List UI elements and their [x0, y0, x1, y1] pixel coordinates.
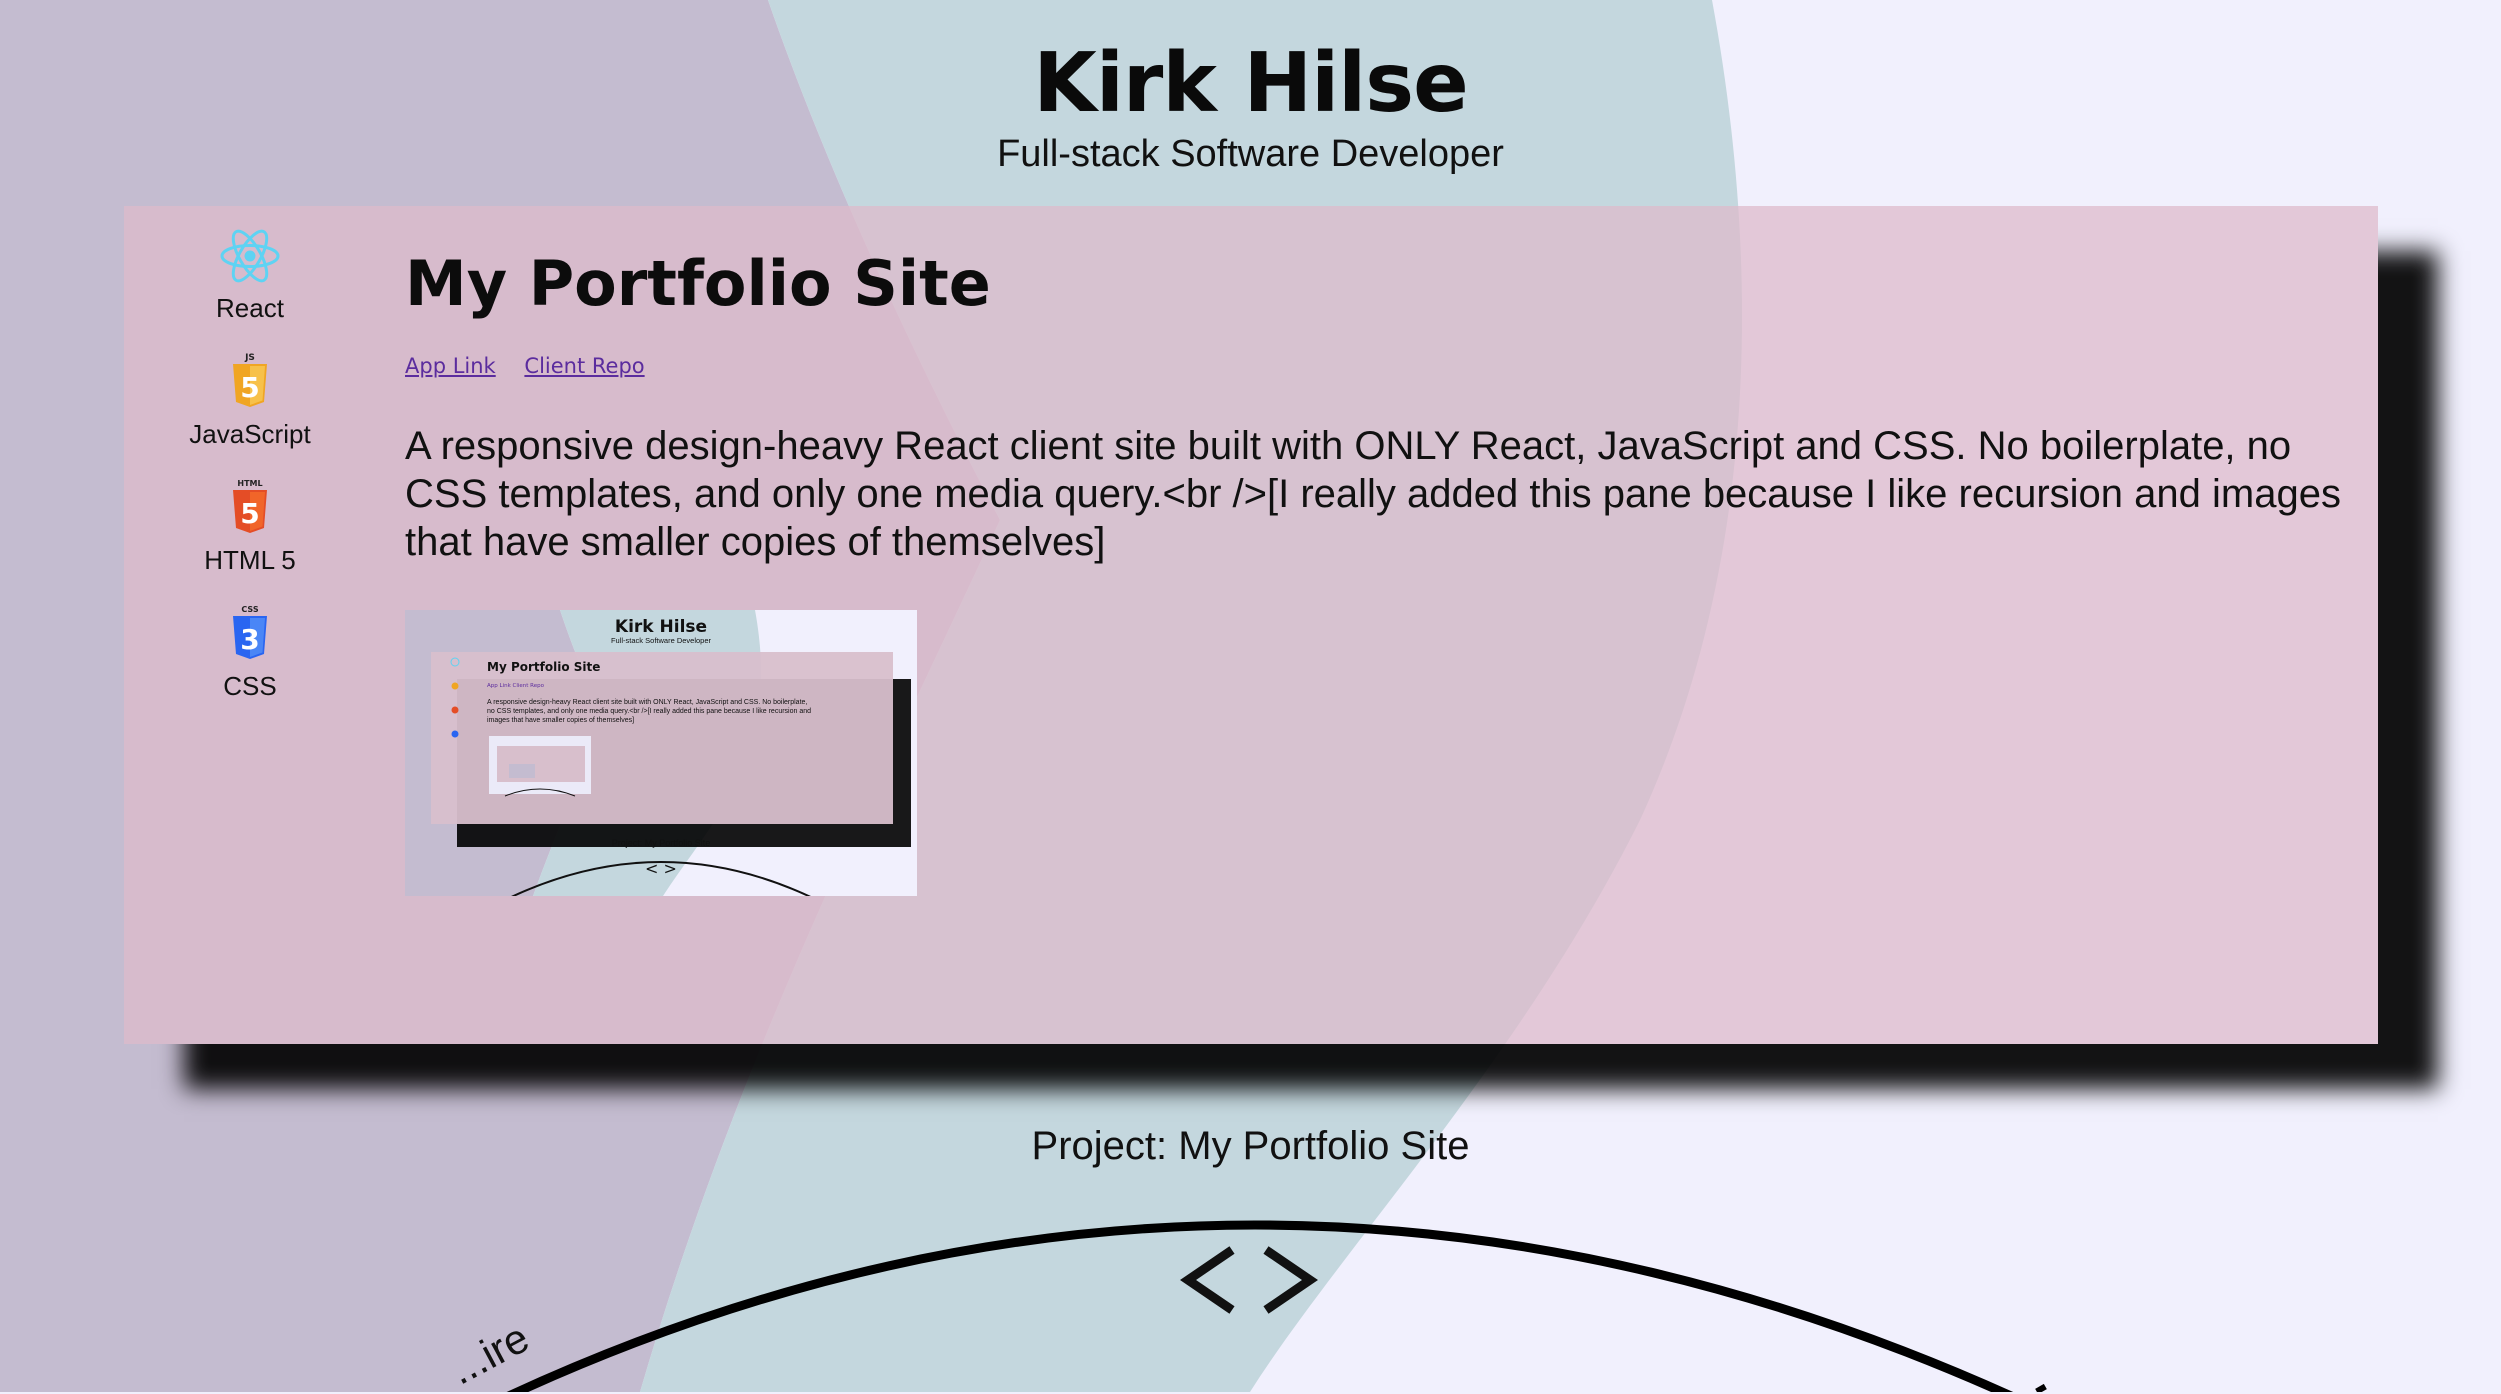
tech-label-react: React — [216, 293, 284, 323]
tech-label-html5: HTML 5 — [204, 545, 296, 575]
svg-text:JS: JS — [244, 353, 255, 363]
tech-item-react: React — [216, 224, 284, 350]
svg-text:5: 5 — [240, 371, 259, 404]
thumb-links: App Link Client Repo — [487, 683, 545, 689]
tech-stack-list: React JS 5 JavaScript HTML 5 HTML 5 CSS — [124, 224, 376, 728]
project-links: App Link Client Repo — [405, 354, 2348, 378]
tech-item-javascript: JS 5 JavaScript — [189, 350, 310, 476]
carousel-caption: Project: My Portfolio Site — [1031, 1124, 1470, 1168]
site-header: Kirk Hilse Full-stack Software Developer — [0, 0, 2501, 176]
tech-label-javascript: JavaScript — [189, 419, 311, 449]
tech-item-css: CSS 3 CSS — [218, 602, 282, 728]
svg-text:3: 3 — [240, 623, 259, 656]
react-icon — [220, 229, 280, 283]
project-pane: React JS 5 JavaScript HTML 5 HTML 5 CSS — [124, 206, 2378, 1044]
html5-icon: HTML 5 — [233, 479, 267, 533]
thumb-caption: Project: My Portfolio Site — [612, 838, 711, 848]
css3-icon: CSS 3 — [233, 605, 267, 659]
svg-text:CSS: CSS — [241, 605, 258, 614]
app-link[interactable]: App Link — [405, 354, 496, 378]
thumb-code-glyph: < > — [645, 859, 677, 878]
thumb-description-line: images that have smaller copies of thems… — [487, 717, 634, 724]
svg-text:HTML: HTML — [237, 479, 262, 488]
javascript-icon: JS 5 — [232, 353, 267, 407]
site-subtitle: Full-stack Software Developer — [997, 133, 1504, 175]
svg-text:5: 5 — [240, 497, 259, 530]
thumb-description-line: A responsive design-heavy React client s… — [487, 699, 807, 706]
project-screenshot-thumbnail[interactable]: Kirk Hilse Full-stack Software Developer… — [405, 610, 917, 896]
project-description: A responsive design-heavy React client s… — [405, 424, 2341, 564]
site-title: Kirk Hilse — [1033, 36, 1468, 131]
thumb-project-title: My Portfolio Site — [487, 660, 600, 674]
tech-item-html5: HTML 5 HTML 5 — [204, 476, 296, 602]
client-repo-link[interactable]: Client Repo — [524, 354, 644, 378]
thumb-description-line: no CSS templates, and only one media que… — [487, 708, 811, 715]
code-brackets-icon[interactable] — [1176, 1240, 1322, 1320]
thumb-name: Kirk Hilse — [615, 617, 707, 637]
project-details: My Portfolio Site App Link Client Repo A… — [405, 244, 2348, 896]
project-title: My Portfolio Site — [405, 247, 991, 320]
thumb-tagline: Full-stack Software Developer — [611, 636, 712, 645]
tech-label-css: CSS — [223, 671, 277, 701]
